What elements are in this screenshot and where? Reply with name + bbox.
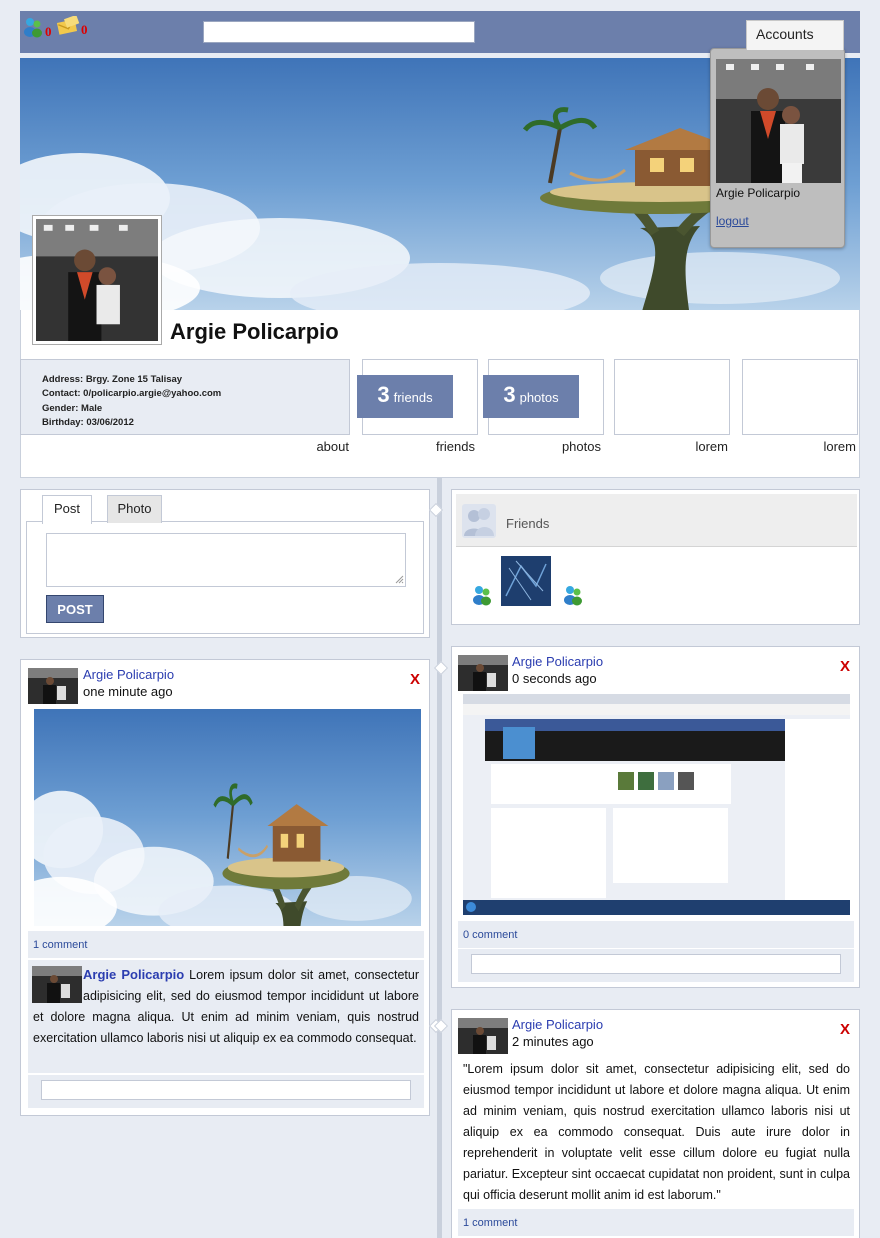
post-timestamp: 2 minutes ago	[512, 1034, 594, 1049]
lorem-box-1[interactable]	[614, 359, 730, 435]
messages-notification[interactable]: 0	[56, 16, 88, 36]
logout-link[interactable]: logout	[716, 214, 749, 228]
delete-post-button[interactable]: X	[840, 658, 850, 675]
friends-widget-header: Friends	[456, 494, 857, 547]
post-timestamp: 0 seconds ago	[512, 671, 597, 686]
comment-author-thumbnail[interactable]	[32, 966, 82, 1003]
photos-count-button[interactable]: 3 photos	[483, 375, 579, 418]
photos-count-label: photos	[519, 390, 559, 405]
photos-count: 3	[503, 382, 516, 407]
tab-post[interactable]: Post	[42, 495, 92, 524]
search-input[interactable]	[203, 21, 475, 43]
profile-photo[interactable]	[32, 215, 162, 345]
friend-avatar[interactable]	[501, 556, 551, 606]
tab-photos[interactable]: photos	[545, 439, 601, 454]
accounts-panel: Argie Policarpio logout	[710, 48, 845, 248]
delete-post-button[interactable]: X	[410, 671, 420, 688]
friends-count-label: friends	[393, 390, 433, 405]
feed-post-card: Argie Policarpio 0 seconds ago X 0 comme…	[451, 646, 860, 988]
comment-input[interactable]	[471, 954, 841, 974]
comment-input[interactable]	[41, 1080, 411, 1100]
profile-name: Argie Policarpio	[170, 319, 339, 344]
messenger-user-icon[interactable]	[562, 584, 584, 606]
post-author-thumbnail[interactable]	[458, 1018, 508, 1054]
post-author-name[interactable]: Argie Policarpio	[512, 654, 603, 669]
friends-widget: Friends	[451, 489, 860, 625]
friends-stat-box[interactable]: 3 friends	[357, 359, 478, 435]
post-timestamp: one minute ago	[83, 684, 173, 699]
birthday-text: Birthday: 03/06/2012	[42, 416, 134, 428]
top-bar: 0 0	[20, 11, 860, 53]
comment-item: Argie Policarpio Lorem ipsum dolor sit a…	[28, 960, 424, 1073]
friend-requests-count: 0	[45, 24, 52, 39]
post-author-name[interactable]: Argie Policarpio	[512, 1017, 603, 1032]
post-author-name[interactable]: Argie Policarpio	[83, 667, 174, 682]
friends-widget-title: Friends	[506, 516, 550, 531]
tab-photo[interactable]: Photo	[107, 495, 162, 523]
post-author-thumbnail[interactable]	[28, 668, 78, 704]
timeline-divider	[437, 478, 442, 1238]
comment-author-name[interactable]: Argie Policarpio	[83, 967, 184, 982]
friends-silhouette-icon	[462, 504, 496, 538]
lorem-box-2[interactable]	[742, 359, 858, 435]
tab-lorem-2[interactable]: lorem	[808, 439, 856, 454]
contact-text: Contact: 0/policarpio.argie@yahoo.com	[42, 388, 222, 400]
accounts-tab[interactable]: Accounts	[746, 20, 844, 50]
account-avatar	[716, 59, 841, 183]
post-textarea[interactable]	[46, 533, 406, 587]
post-image[interactable]	[34, 709, 421, 926]
post-author-thumbnail[interactable]	[458, 655, 508, 691]
tab-about[interactable]: about	[300, 439, 349, 454]
address-text: Address: Brgy. Zone 15 Talisay	[42, 374, 183, 385]
messages-icon	[56, 16, 80, 35]
comment-count-link[interactable]: 1 comment	[458, 1209, 854, 1236]
post-image-screenshot[interactable]	[463, 694, 850, 915]
tab-lorem-1[interactable]: lorem	[680, 439, 728, 454]
messenger-user-icon[interactable]	[471, 584, 493, 606]
comment-count-link[interactable]: 1 comment	[28, 931, 424, 958]
post-composer: Post Photo POST	[20, 489, 430, 638]
feed-post-card: Argie Policarpio one minute ago X 1 comm…	[20, 659, 430, 1116]
friends-count: 3	[377, 382, 390, 407]
friend-requests-notification[interactable]: 0	[22, 16, 52, 38]
messages-count: 0	[81, 22, 88, 37]
gender-text: Gender: Male	[42, 402, 103, 414]
photos-stat-box[interactable]: 3 photos	[483, 359, 604, 435]
resize-grip-icon[interactable]	[394, 574, 404, 584]
about-info: Address: Brgy. Zone 15 Talisay Contact: …	[20, 359, 350, 435]
friends-count-button[interactable]: 3 friends	[357, 375, 453, 418]
friends-icon	[24, 18, 42, 38]
post-button[interactable]: POST	[46, 595, 104, 623]
comment-count-link[interactable]: 0 comment	[458, 921, 854, 948]
status-text: "Lorem ipsum dolor sit amet, consectetur…	[463, 1062, 850, 1202]
tab-friends[interactable]: friends	[420, 439, 475, 454]
account-user-name: Argie Policarpio	[716, 186, 801, 200]
delete-post-button[interactable]: X	[840, 1021, 850, 1038]
feed-post-card: Argie Policarpio 2 minutes ago X "Lorem …	[451, 1009, 860, 1238]
